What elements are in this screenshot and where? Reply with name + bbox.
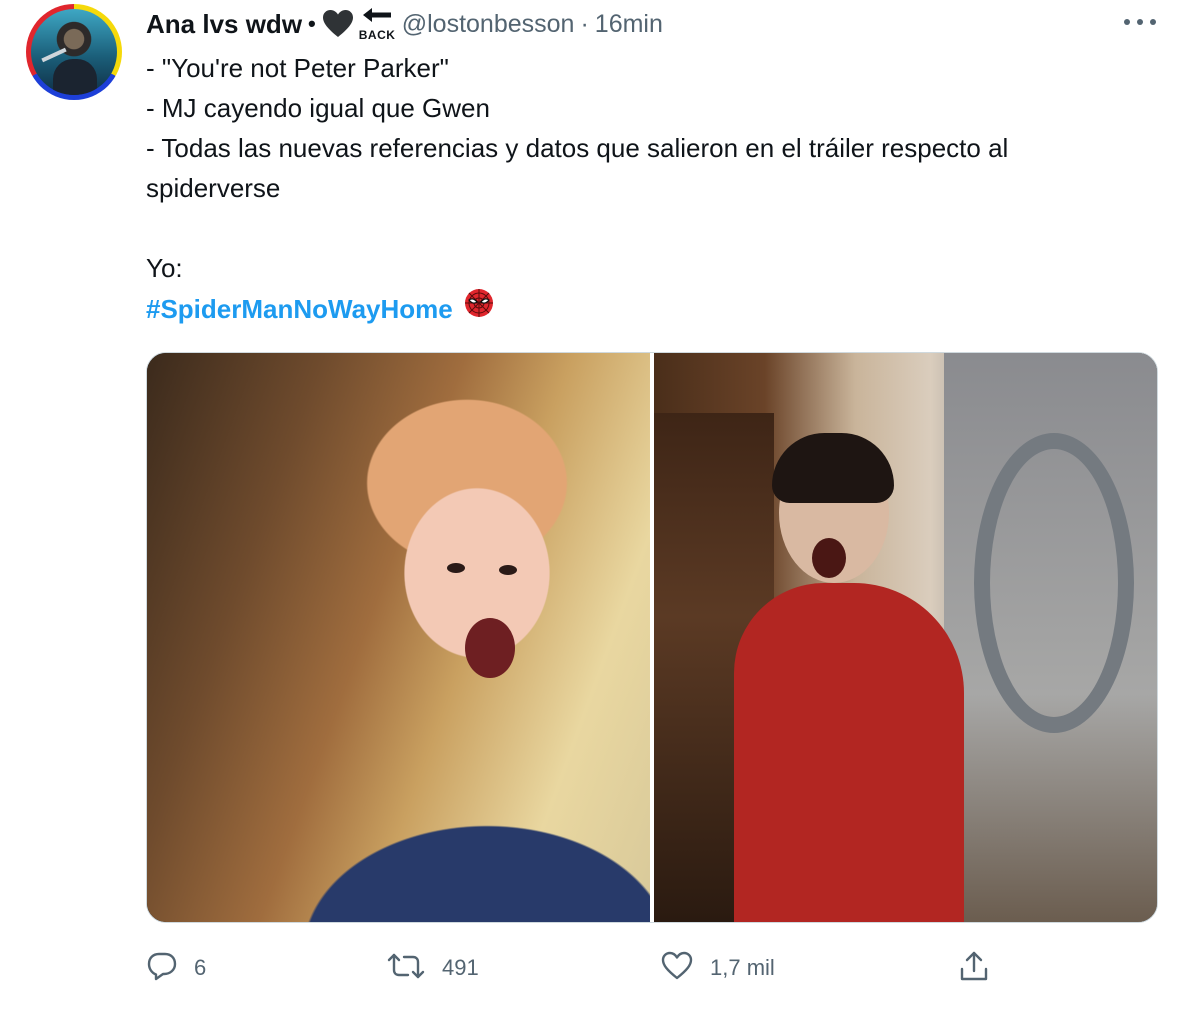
share-button[interactable] — [958, 946, 990, 990]
avatar-photo — [31, 9, 117, 95]
reply-icon — [146, 950, 178, 987]
like-heart-icon — [660, 950, 694, 987]
share-icon — [958, 949, 990, 988]
user-handle[interactable]: @lostonbesson — [402, 10, 575, 39]
tweet-actions: 6 491 1,7 mil — [146, 946, 1156, 990]
back-arrow-icon: BACK — [356, 6, 396, 42]
reply-count: 6 — [194, 955, 207, 980]
tweet-line: - "You're not Peter Parker" — [146, 53, 449, 83]
tweet-line: - MJ cayendo igual que Gwen — [146, 93, 490, 123]
screaming-child-photo[interactable] — [147, 353, 650, 922]
tweet-line: Yo: — [146, 253, 183, 283]
tweet-line: spiderverse — [146, 173, 281, 203]
separator-dot: · — [580, 9, 589, 38]
retweet-button[interactable]: 491 — [386, 946, 479, 990]
media-grid — [146, 352, 1158, 923]
hashtag-link[interactable]: #SpiderManNoWayHome — [146, 294, 453, 324]
tweet-line: - Todas las nuevas referencias y datos q… — [146, 133, 1009, 163]
hashtag-row: #SpiderManNoWayHome — [146, 288, 1156, 329]
tweet-text: - "You're not Peter Parker" - MJ cayendo… — [146, 48, 1156, 329]
retweet-count: 491 — [442, 955, 479, 980]
spider-man-mask-icon — [464, 288, 494, 318]
retweet-icon — [386, 950, 426, 987]
tweet-header: Ana lvs wdw • BACK @lostonbesson · 16min — [146, 6, 663, 42]
shocked-man-photo[interactable] — [654, 353, 1157, 922]
name-dot: • — [308, 11, 316, 36]
heart-icon — [322, 9, 354, 39]
back-label: BACK — [358, 28, 396, 42]
display-name[interactable]: Ana lvs wdw — [146, 9, 302, 40]
tweet: Ana lvs wdw • BACK @lostonbesson · 16min… — [0, 0, 1188, 1020]
like-button[interactable]: 1,7 mil — [660, 946, 775, 990]
like-count: 1,7 mil — [710, 955, 775, 980]
more-options-icon[interactable] — [1124, 14, 1156, 30]
timestamp[interactable]: 16min — [595, 10, 663, 39]
avatar[interactable] — [26, 4, 122, 100]
reply-button[interactable]: 6 — [146, 946, 206, 990]
